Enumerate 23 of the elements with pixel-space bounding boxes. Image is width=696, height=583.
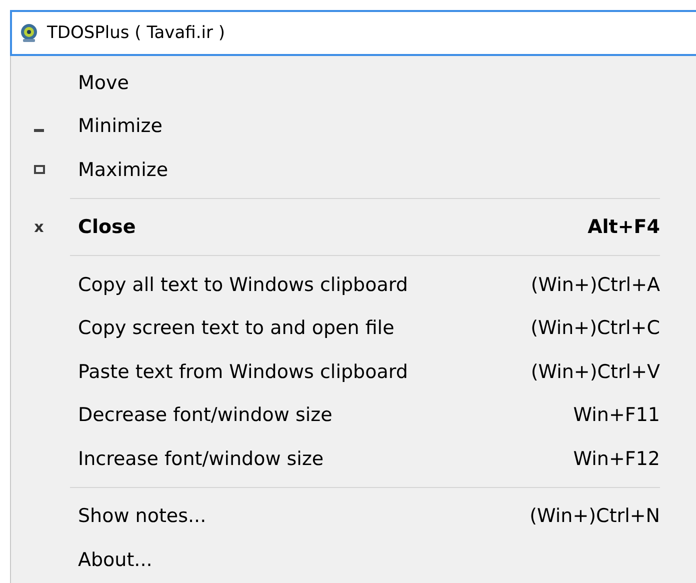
shortcut-label: Win+F11 bbox=[573, 404, 660, 426]
menu-item[interactable]: Copy all text to Windows clipboard (Win+)Ctrl+A bbox=[11, 263, 660, 306]
shortcut-label: (Win+)Ctrl+C bbox=[530, 317, 660, 340]
app-icon bbox=[19, 23, 39, 43]
menu-item[interactable]: Decrease font/window size Win+F11 bbox=[11, 394, 660, 437]
menu-item[interactable]: Paste text from Windows clipboard (Win+)Ctrl+V bbox=[11, 350, 660, 394]
close-icon: x bbox=[34, 220, 44, 235]
menu-item[interactable]: Minimize bbox=[11, 104, 660, 148]
menu-item[interactable]: Move bbox=[11, 61, 660, 104]
maximize-icon bbox=[34, 165, 44, 174]
shortcut-label: (Win+)Ctrl+A bbox=[530, 274, 660, 296]
shortcut-label: Win+F12 bbox=[573, 448, 660, 470]
menu-item[interactable]: Copy screen text to and open file (Win+)Ctrl+C bbox=[11, 306, 660, 350]
menu-item[interactable]: Maximize bbox=[11, 148, 660, 192]
menu-item[interactable]: About... bbox=[11, 538, 660, 582]
shortcut-label: (Win+)Ctrl+N bbox=[530, 505, 660, 528]
shortcut-label: Alt+F4 bbox=[588, 216, 660, 238]
minimize-icon bbox=[34, 128, 44, 132]
shortcut-label: (Win+)Ctrl+V bbox=[530, 360, 660, 383]
menu-item[interactable]: x Close Alt+F4 bbox=[11, 206, 660, 249]
menu-item[interactable]: Show notes... (Win+)Ctrl+N bbox=[11, 494, 660, 538]
menu-item[interactable]: Increase font/window size Win+F12 bbox=[11, 437, 660, 480]
window-title: TDOSPlus ( Tavafi.ir ) bbox=[47, 23, 226, 43]
